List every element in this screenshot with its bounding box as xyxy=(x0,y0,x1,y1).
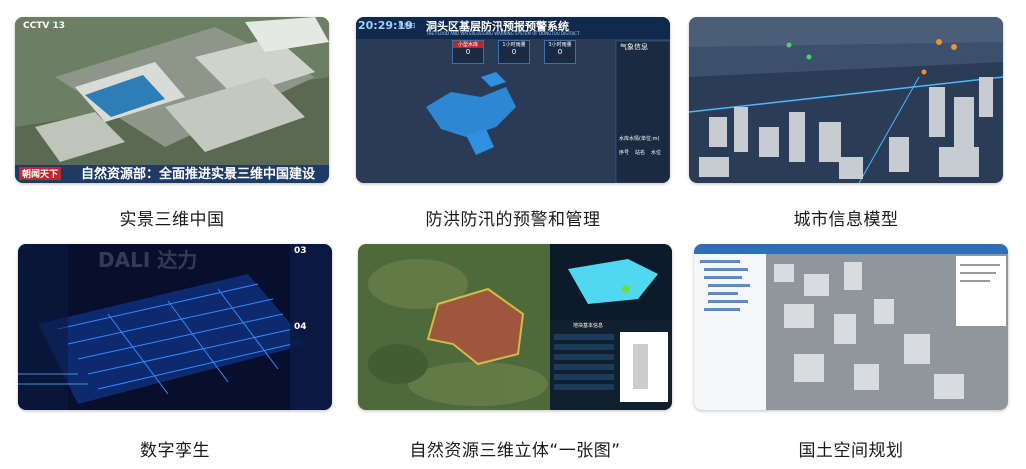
stat-card-2-value: 0 xyxy=(511,48,517,56)
thumbnail-natural-resources-map: 地块基本信息 xyxy=(358,244,672,410)
stat-card-1: 小型水库 0 xyxy=(452,40,484,64)
inset-table-title: 地块基本信息 xyxy=(573,323,604,329)
caption-digital-twin: 数字孪生 xyxy=(140,441,210,461)
thumbnail-city-information-model xyxy=(689,17,1003,183)
stat-card-3-label: 3小时雨量 xyxy=(548,42,572,48)
col-station: 站名 xyxy=(635,150,646,156)
stat-card-3: 3小时雨量 0 xyxy=(544,40,576,64)
thumbnail-real-3d-china: CCTV 13 朝闻天下 自然资源部：全面推进实景三维中国建设 xyxy=(15,17,329,183)
stat-card-2-label: 1小时雨量 xyxy=(502,42,526,48)
thumbnail-territorial-planning xyxy=(694,244,1008,410)
stat-card-1-value: 0 xyxy=(465,48,471,56)
thumbnail-flood-warning: 20:29:19 星期日 洞头区基层防汛预报预警系统 THE FLOOD AND… xyxy=(356,17,670,183)
reservoir-table-header: 序号 站名 水位 xyxy=(619,149,661,156)
col-level: 水位 xyxy=(651,150,662,156)
caption-flood-warning: 防洪防汛的预警和管理 xyxy=(425,210,601,230)
stat-card-1-label: 小型水库 xyxy=(453,41,483,48)
weather-panel-title: 气象信息 xyxy=(620,43,648,51)
stat-card-2: 1小时雨量 0 xyxy=(498,40,530,64)
caption-natural-resources-map: 自然资源三维立体“一张图” xyxy=(409,441,621,461)
show-name-badge: 朝闻天下 xyxy=(19,167,62,180)
channel-logo: CCTV 13 xyxy=(23,21,65,31)
caption-territorial-planning: 国土空间规划 xyxy=(798,441,904,461)
badge-04: 04 xyxy=(294,322,307,332)
col-index: 序号 xyxy=(619,150,630,156)
caption-real-3d-china: 实景三维中国 xyxy=(119,210,225,230)
reservoir-panel-title: 水库水情(单位:m) xyxy=(619,136,660,142)
system-subtitle: THE FLOOD AND WATERLOGGING WARNING SYSTE… xyxy=(426,31,580,36)
caption-city-information-model: 城市信息模型 xyxy=(793,210,899,230)
thumbnail-digital-twin: DALI 达力 03 04 xyxy=(18,244,332,410)
badge-03: 03 xyxy=(294,246,307,256)
watermark: DALI 达力 xyxy=(98,248,198,272)
stat-card-3-value: 0 xyxy=(557,48,563,56)
weekday: 星期日 xyxy=(398,23,417,30)
news-headline: 自然资源部：全面推进实景三维中国建设 xyxy=(81,167,316,182)
